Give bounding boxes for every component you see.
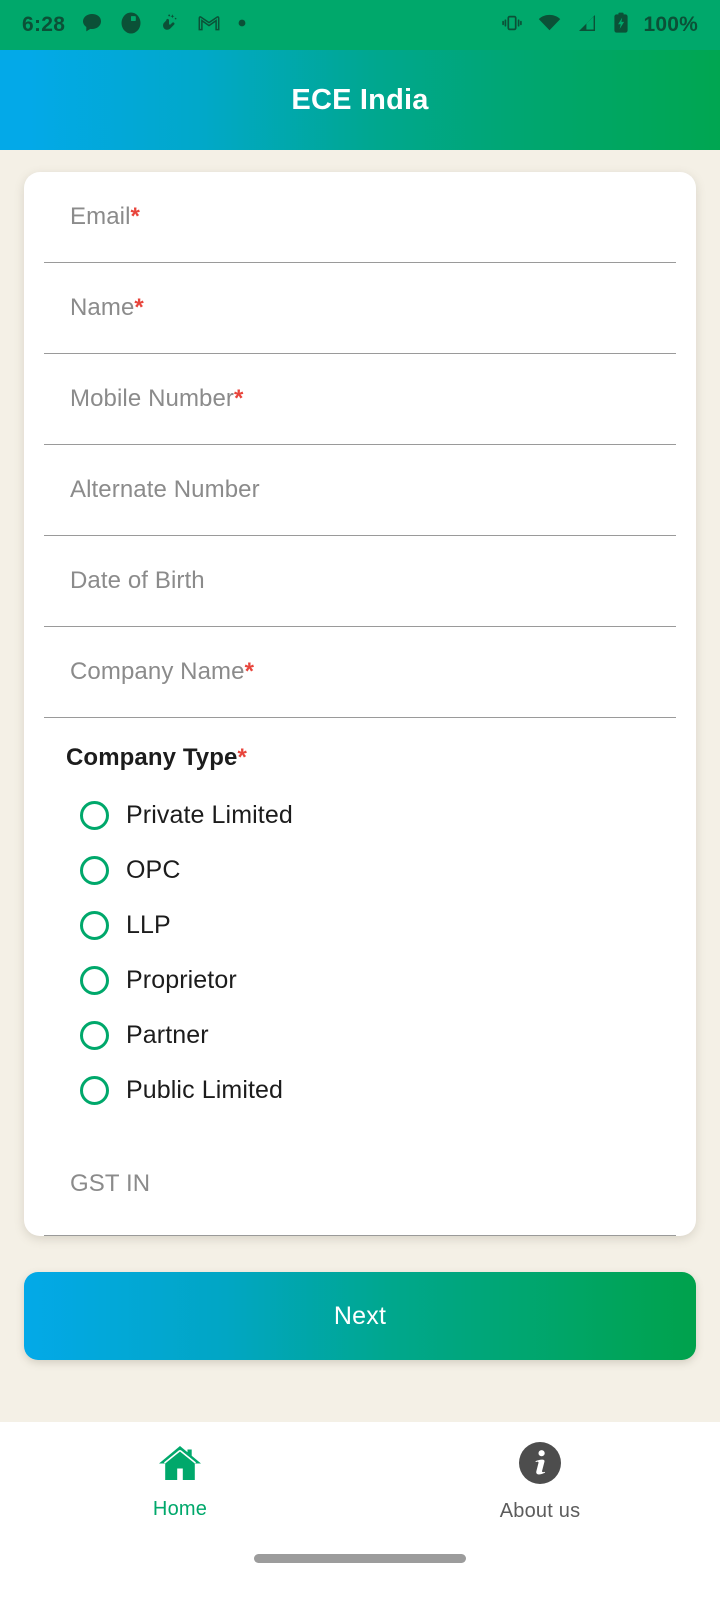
company-type-title: Company Type* (66, 744, 247, 771)
app-screen: 6:28 100% ECE India Email* Name* Mobile … (0, 0, 720, 1600)
hand-sparkle-icon (158, 11, 182, 40)
cellular-signal-icon (575, 11, 599, 40)
radio-label: OPC (126, 856, 181, 884)
submit-area: Next (0, 1236, 720, 1360)
field-label-name: Name* (70, 294, 144, 321)
nav-label-home: Home (152, 1497, 208, 1520)
required-asterisk: * (234, 385, 244, 412)
radio-option-partner[interactable]: Partner (66, 1008, 676, 1063)
home-icon (156, 1442, 204, 1489)
app-title: ECE India (291, 83, 429, 116)
field-label-company-name: Company Name* (70, 658, 255, 685)
radio-circle-icon[interactable] (80, 1021, 109, 1050)
radio-label: Private Limited (126, 801, 293, 829)
radio-label: Partner (126, 1021, 209, 1049)
radio-circle-icon[interactable] (80, 801, 109, 830)
main-content: Email* Name* Mobile Number* Alternate Nu… (0, 150, 720, 1422)
chat-bubble-icon (80, 11, 104, 40)
required-asterisk: * (134, 294, 144, 321)
radio-circle-icon[interactable] (80, 911, 109, 940)
field-label-gst-in: GST IN (70, 1169, 151, 1197)
field-company-name[interactable]: Company Name* (44, 627, 676, 718)
status-bar: 6:28 100% (0, 0, 720, 50)
radio-option-private-limited[interactable]: Private Limited (66, 788, 676, 843)
radio-label: LLP (126, 911, 171, 939)
gmail-icon (197, 11, 221, 40)
radio-label: Public Limited (126, 1076, 284, 1104)
radio-circle-icon[interactable] (80, 856, 109, 885)
system-gesture-bar (0, 1540, 720, 1600)
dot-icon (236, 16, 248, 34)
radio-option-opc[interactable]: OPC (66, 843, 676, 898)
field-name[interactable]: Name* (44, 263, 676, 354)
field-email[interactable]: Email* (44, 172, 676, 263)
next-button[interactable]: Next (24, 1272, 696, 1360)
required-asterisk: * (244, 658, 255, 685)
app-bar: ECE India (0, 50, 720, 150)
required-asterisk: * (237, 744, 247, 771)
required-asterisk: * (130, 203, 140, 230)
wifi-icon (537, 11, 562, 40)
status-bar-clock: 6:28 (22, 13, 66, 36)
field-label-mobile-number: Mobile Number* (70, 385, 244, 412)
radio-circle-icon[interactable] (80, 1076, 109, 1105)
radio-option-llp[interactable]: LLP (66, 898, 676, 953)
company-type-section: Company Type* Private Limited OPC LLP Pr… (44, 718, 676, 1118)
nav-label-about-us: About us (499, 1499, 581, 1522)
field-mobile-number[interactable]: Mobile Number* (44, 354, 676, 445)
info-circle-icon (517, 1440, 563, 1491)
field-label-email: Email* (70, 203, 140, 230)
battery-charging-icon (612, 11, 630, 40)
vibrate-icon (500, 11, 524, 40)
field-gst-in[interactable]: GST IN (44, 1132, 676, 1236)
radio-option-proprietor[interactable]: Proprietor (66, 953, 676, 1008)
registration-form-card: Email* Name* Mobile Number* Alternate Nu… (24, 172, 696, 1236)
nav-item-home[interactable]: Home (0, 1442, 360, 1521)
status-bar-left: 6:28 (22, 11, 248, 40)
radio-option-public-limited[interactable]: Public Limited (66, 1063, 676, 1118)
status-bar-right: 100% (500, 11, 698, 40)
company-type-radio-group: Private Limited OPC LLP Proprietor Partn… (66, 788, 676, 1118)
next-button-label: Next (333, 1301, 387, 1330)
bottom-navigation-bar: Home About us (0, 1422, 720, 1540)
field-label-alternate-number: Alternate Number (70, 476, 260, 503)
nav-item-about-us[interactable]: About us (360, 1440, 720, 1523)
field-label-date-of-birth: Date of Birth (70, 567, 205, 594)
home-indicator-pill[interactable] (254, 1554, 466, 1563)
radio-circle-icon[interactable] (80, 966, 109, 995)
field-date-of-birth[interactable]: Date of Birth (44, 536, 676, 627)
battery-percentage: 100% (643, 13, 698, 36)
field-alternate-number[interactable]: Alternate Number (44, 445, 676, 536)
radio-label: Proprietor (126, 966, 237, 994)
contrast-circle-icon (119, 11, 143, 40)
